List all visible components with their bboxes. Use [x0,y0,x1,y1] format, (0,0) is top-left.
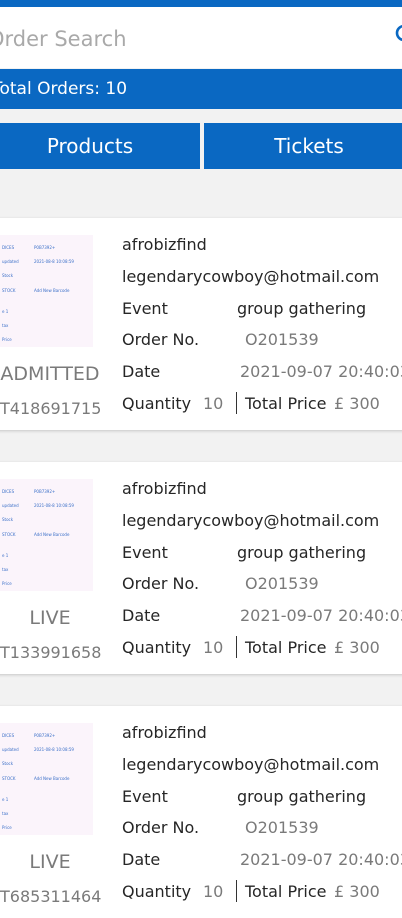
business-name: afrobizfind [122,723,207,742]
event-label: Event [122,543,168,562]
order-no-value: O201539 [245,574,319,593]
thumb-text: Add New Barcode [34,776,70,781]
quantity-label: Quantity [122,394,192,413]
date-label: Date [122,606,161,625]
business-name: afrobizfind [122,235,207,254]
customer-email: legendarycowboy@hotmail.com [122,267,380,286]
date-value: 2021-09-07 20:40:03 [240,362,402,381]
search-bar [0,7,402,68]
thumb-text: updated [2,259,19,264]
order-no-value: O201539 [245,330,319,349]
total-orders-bar: Total Orders: 10 [0,69,402,109]
date-label: Date [122,850,161,869]
thumb-text: Add New Barcode [34,532,70,537]
order-status: LIVE [29,607,71,629]
thumb-text: STOCK [2,532,16,537]
date-label: Date [122,362,161,381]
total-price-label: Total Price [245,638,327,657]
customer-email: legendarycowboy@hotmail.com [122,511,380,530]
total-price-value: £ 300 [334,638,380,657]
top-app-bar [0,0,402,7]
date-value: 2021-09-07 20:40:03 [240,850,402,869]
event-label: Event [122,787,168,806]
total-price-value: £ 300 [334,882,380,901]
thumb-text: DICES [2,245,15,250]
order-status: ADMITTED [0,363,100,385]
divider [236,636,237,658]
thumb-text: tax [2,811,9,816]
divider [236,392,237,414]
thumb-text: P0B7392+ [34,733,56,738]
total-price-value: £ 300 [334,394,380,413]
thumb-text: e 1 [2,309,9,314]
search-input[interactable] [0,21,380,57]
thumb-text: Price [2,825,12,830]
order-no-label: Order No. [122,574,200,593]
thumb-text: tax [2,323,9,328]
event-value: group gathering [237,787,367,806]
thumb-text: 2021-08-8 10:08:59 [34,747,74,752]
thumb-text: DICES [2,733,15,738]
thumb-text: Price [2,581,12,586]
thumb-text: Stock [2,761,14,766]
thumb-text: updated [2,503,19,508]
tab-products[interactable]: Products [0,123,200,169]
tab-tickets[interactable]: Tickets [204,123,402,169]
order-status: LIVE [29,851,71,873]
quantity-label: Quantity [122,638,192,657]
thumb-text: 2021-08-8 10:08:59 [34,503,74,508]
order-card[interactable]: DICES P0B7392+ updated 2021-08-8 10:08:5… [0,218,402,430]
order-thumbnail: DICES P0B7392+ updated 2021-08-8 10:08:5… [0,235,93,347]
ticket-number: T685311464 [0,887,102,906]
thumb-text: Stock [2,517,14,522]
quantity-value: 10 [203,638,224,657]
customer-email: legendarycowboy@hotmail.com [122,755,380,774]
order-thumbnail: DICES P0B7392+ updated 2021-08-8 10:08:5… [0,723,93,835]
thumb-text: DICES [2,489,15,494]
quantity-value: 10 [203,882,224,901]
thumb-text: P0B7392+ [34,489,56,494]
order-card[interactable]: DICES P0B7392+ updated 2021-08-8 10:08:5… [0,462,402,674]
order-no-value: O201539 [245,818,319,837]
quantity-label: Quantity [122,882,192,901]
quantity-value: 10 [203,394,224,413]
thumb-text: tax [2,567,9,572]
thumb-text: e 1 [2,797,9,802]
event-value: group gathering [237,299,367,318]
date-value: 2021-09-07 20:40:03 [240,606,402,625]
order-no-label: Order No. [122,330,200,349]
thumb-text: Stock [2,273,14,278]
total-orders-label: Total Orders: 10 [0,79,128,99]
thumb-text: STOCK [2,776,16,781]
order-thumbnail: DICES P0B7392+ updated 2021-08-8 10:08:5… [0,479,93,591]
tab-bar: Products Tickets [0,123,402,169]
order-card[interactable]: DICES P0B7392+ updated 2021-08-8 10:08:5… [0,706,402,918]
search-icon[interactable] [394,23,402,49]
thumb-text: e 1 [2,553,9,558]
event-label: Event [122,299,168,318]
thumb-text: 2021-08-8 10:08:59 [34,259,74,264]
thumb-text: Price [2,337,12,342]
thumb-text: STOCK [2,288,16,293]
thumb-text: Add New Barcode [34,288,70,293]
divider [236,880,237,902]
total-price-label: Total Price [245,394,327,413]
total-price-label: Total Price [245,882,327,901]
ticket-number: T133991658 [0,643,102,662]
order-no-label: Order No. [122,818,200,837]
event-value: group gathering [237,543,367,562]
thumb-text: P0B7392+ [34,245,56,250]
thumb-text: updated [2,747,19,752]
business-name: afrobizfind [122,479,207,498]
ticket-number: T418691715 [0,399,102,418]
